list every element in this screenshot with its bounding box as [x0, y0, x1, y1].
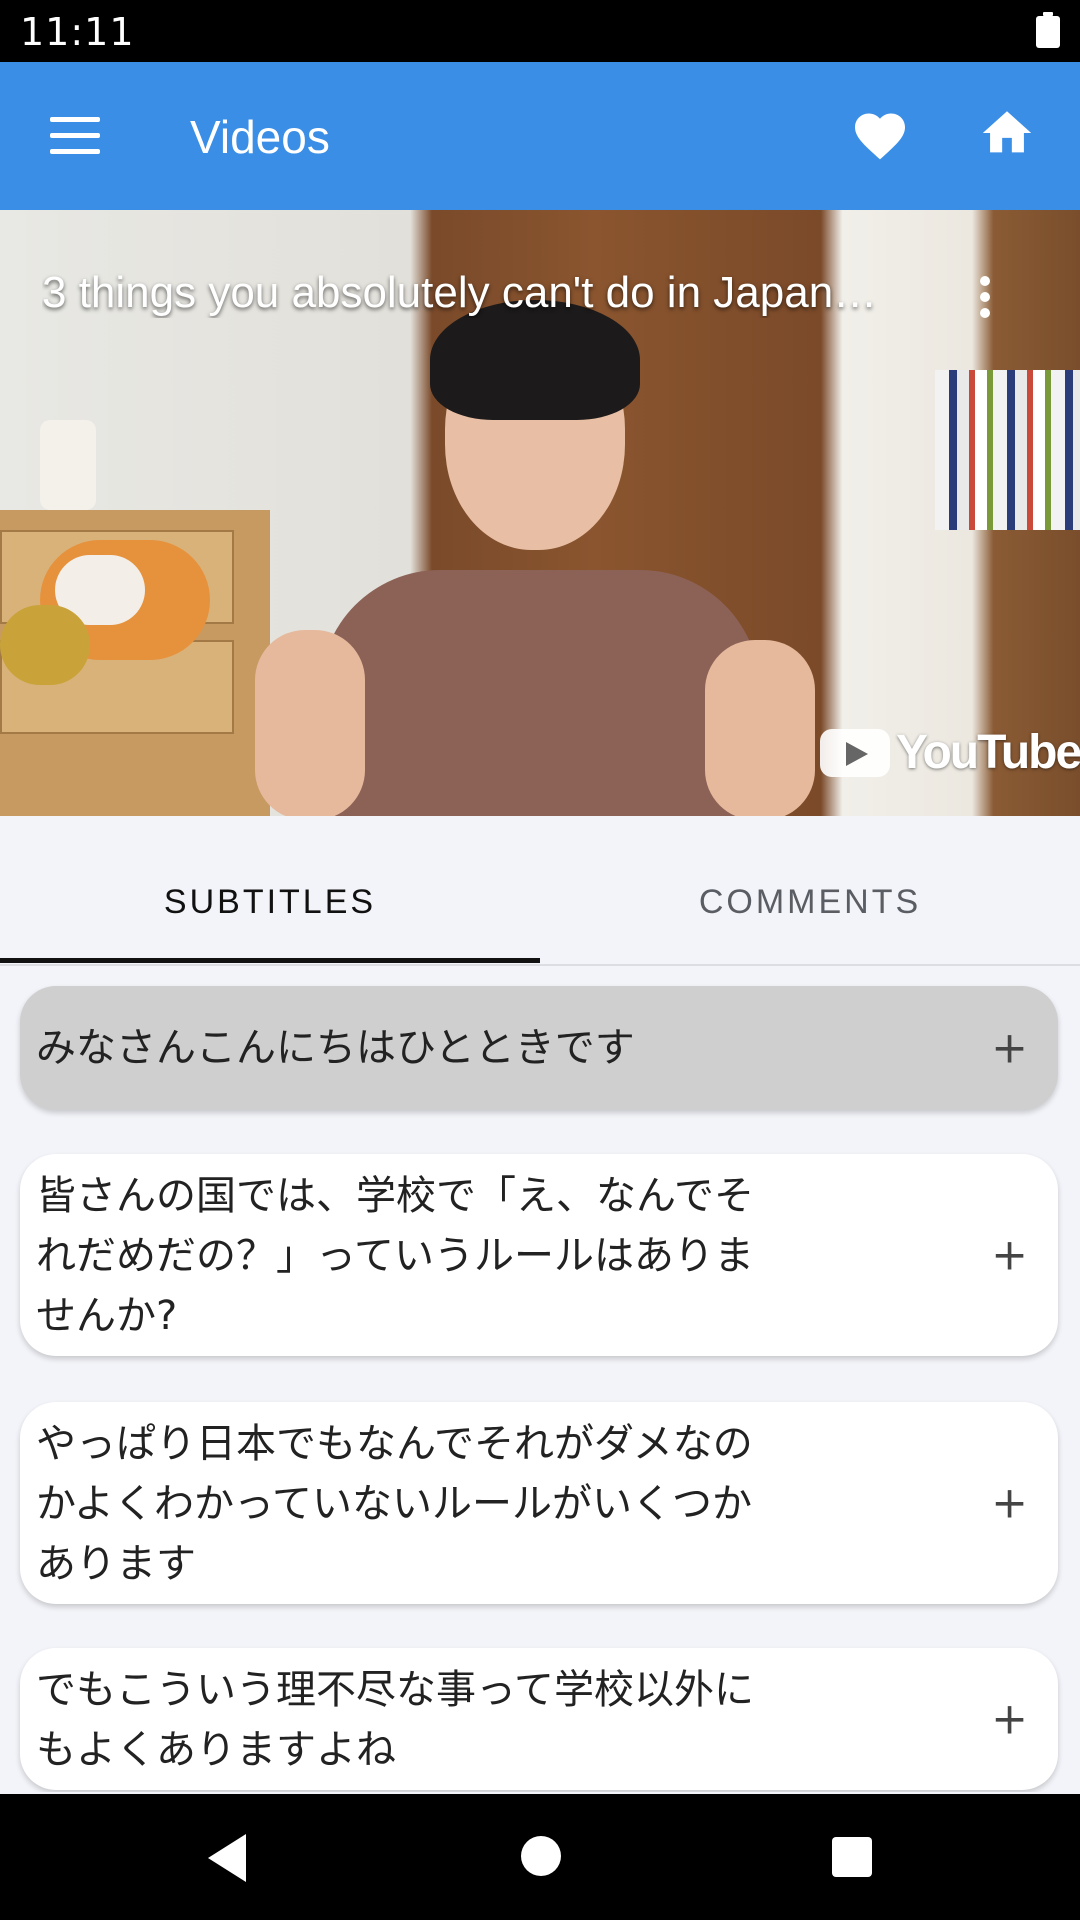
- tab-indicator: [0, 958, 540, 963]
- app-bar: Videos: [0, 62, 1080, 210]
- home-circle-icon[interactable]: [521, 1836, 561, 1876]
- plus-icon[interactable]: +: [991, 1023, 1028, 1074]
- plus-icon[interactable]: +: [991, 1230, 1028, 1281]
- youtube-logo[interactable]: YouTube: [820, 725, 1080, 781]
- subtitle-text: やっぱり日本でもなんでそれがダメなのかよくわかっていないルールがいくつかあります: [36, 1421, 753, 1587]
- subtitle-text: 皆さんの国では、学校で「え、なんでそれだめだの？」っていうルールはありませんか?: [36, 1173, 754, 1339]
- plus-icon[interactable]: +: [991, 1478, 1028, 1529]
- menu-icon[interactable]: [50, 117, 100, 155]
- tab-comments[interactable]: COMMENTS: [540, 816, 1080, 964]
- status-time: 11:11: [20, 10, 135, 54]
- youtube-logo-text: YouTube: [896, 726, 1080, 779]
- system-nav-bar: [0, 1794, 1080, 1920]
- tab-bar: SUBTITLES COMMENTS: [0, 816, 1080, 966]
- video-player[interactable]: 3 things you absolutely can't do in Japa…: [0, 210, 1080, 816]
- subtitle-text: みなさんこんにちはひとときです: [36, 1025, 635, 1071]
- page-title: Videos: [190, 111, 330, 163]
- plus-icon[interactable]: +: [991, 1694, 1028, 1745]
- subtitle-list[interactable]: みなさんこんにちはひとときです + 皆さんの国では、学校で「え、なんでそれだめだ…: [0, 966, 1080, 1792]
- subtitle-text: でもこういう理不尽な事って学校以外にもよくありますよね: [36, 1667, 754, 1773]
- more-vert-icon[interactable]: [975, 272, 995, 322]
- heart-icon[interactable]: [850, 106, 910, 166]
- recents-icon[interactable]: [832, 1837, 872, 1877]
- subtitle-item[interactable]: でもこういう理不尽な事って学校以外にもよくありますよね +: [20, 1648, 1058, 1790]
- subtitle-item[interactable]: みなさんこんにちはひとときです +: [20, 986, 1058, 1110]
- status-bar: 11:11: [0, 0, 1080, 62]
- battery-icon: [1036, 12, 1060, 48]
- back-icon[interactable]: [208, 1834, 246, 1882]
- tab-subtitles[interactable]: SUBTITLES: [0, 816, 540, 964]
- video-title: 3 things you absolutely can't do in Japa…: [42, 268, 878, 317]
- home-icon[interactable]: [978, 104, 1036, 162]
- subtitle-item[interactable]: 皆さんの国では、学校で「え、なんでそれだめだの？」っていうルールはありませんか?…: [20, 1154, 1058, 1356]
- subtitle-item[interactable]: やっぱり日本でもなんでそれがダメなのかよくわかっていないルールがいくつかあります…: [20, 1402, 1058, 1604]
